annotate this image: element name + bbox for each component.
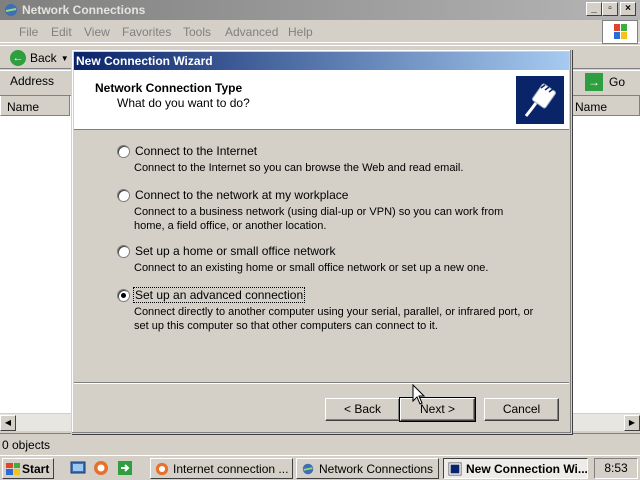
page-subtitle: What do you want to do? <box>117 96 250 110</box>
menu-tools[interactable]: Tools <box>183 25 211 39</box>
address-label: Address <box>10 74 55 88</box>
scroll-right-arrow-icon[interactable]: ▶ <box>624 415 640 431</box>
cancel-button[interactable]: Cancel <box>484 398 559 421</box>
option-label[interactable]: Set up a home or small office network <box>134 244 337 258</box>
window-titlebar[interactable]: Network Connections _ ▫ × <box>0 0 640 20</box>
option-description: Connect to an existing home or small off… <box>134 262 489 274</box>
system-tray-clock[interactable]: 8:53 <box>594 458 638 479</box>
taskbar-item-internet-connection[interactable]: Internet connection ... <box>150 458 293 479</box>
mouse-pointer-icon <box>412 384 426 405</box>
option-description: Connect to a business network (using dia… <box>134 206 504 232</box>
network-connections-icon <box>302 463 314 474</box>
status-text: 0 objects <box>2 438 51 452</box>
network-cable-icon <box>516 76 564 124</box>
radio-connect-internet[interactable] <box>117 145 130 158</box>
back-wizard-button[interactable]: < Back <box>325 398 400 421</box>
task-label: New Connection Wi... <box>466 461 588 476</box>
taskbar-item-network-connections[interactable]: Network Connections <box>296 458 439 479</box>
network-connections-icon <box>5 4 17 16</box>
option-description: Connect directly to another computer usi… <box>134 306 534 332</box>
show-desktop-icon[interactable] <box>70 460 86 476</box>
minimize-button[interactable]: _ <box>586 2 602 16</box>
window-title: Network Connections <box>22 3 146 17</box>
new-connection-wizard-dialog: New Connection Wizard Network Connection… <box>71 49 572 434</box>
option-label[interactable]: Connect to the network at my workplace <box>134 188 349 202</box>
back-arrow-icon: ← <box>10 50 26 66</box>
close-button[interactable]: × <box>620 2 636 16</box>
browser-icon[interactable] <box>93 460 109 476</box>
page-title: Network Connection Type <box>95 81 243 95</box>
radio-connect-workplace[interactable] <box>117 189 130 202</box>
chevron-down-icon[interactable]: ▼ <box>61 54 69 63</box>
browser-icon <box>155 462 169 475</box>
start-button[interactable]: Start <box>2 458 54 479</box>
go-button[interactable]: → Go <box>585 72 625 92</box>
column-header-name-right[interactable]: Name <box>568 96 640 116</box>
maximize-button[interactable]: ▫ <box>602 2 618 16</box>
option-description: Connect to the Internet so you can brows… <box>134 162 464 174</box>
menu-help[interactable]: Help <box>288 25 313 39</box>
menu-view[interactable]: View <box>84 25 110 39</box>
option-label[interactable]: Connect to the Internet <box>134 144 258 158</box>
button-divider <box>74 382 569 384</box>
menu-bar: File Edit View Favorites Tools Advanced … <box>0 21 640 43</box>
task-label: Internet connection ... <box>173 461 289 476</box>
wizard-title: New Connection Wizard <box>76 54 213 68</box>
back-button[interactable]: ← Back ▼ <box>10 48 69 68</box>
column-header-name[interactable]: Name <box>0 96 70 116</box>
radio-home-network[interactable] <box>117 245 130 258</box>
back-label: Back <box>30 51 57 65</box>
radio-advanced-connection[interactable] <box>117 289 130 302</box>
go-arrow-icon: → <box>585 73 603 91</box>
wizard-header: Network Connection Type What do you want… <box>74 70 569 130</box>
start-label: Start <box>22 461 50 476</box>
option-label[interactable]: Set up an advanced connection <box>132 287 306 303</box>
wizard-icon <box>448 461 462 476</box>
menu-favorites[interactable]: Favorites <box>122 25 171 39</box>
status-bar: 0 objects <box>0 433 640 453</box>
launch-arrow-icon[interactable] <box>117 460 133 476</box>
task-label: Network Connections <box>319 461 434 476</box>
menu-advanced[interactable]: Advanced <box>225 25 278 39</box>
windows-flag-icon <box>6 462 20 475</box>
go-label: Go <box>609 75 626 89</box>
taskbar-item-new-connection-wizard[interactable]: New Connection Wi... <box>443 458 588 479</box>
menu-edit[interactable]: Edit <box>51 25 72 39</box>
scroll-left-arrow-icon[interactable]: ◀ <box>0 415 16 431</box>
taskbar: Start Internet connection ... Network Co… <box>0 455 640 480</box>
wizard-titlebar[interactable]: New Connection Wizard <box>74 52 569 70</box>
menu-file[interactable]: File <box>19 25 38 39</box>
windows-logo-icon <box>602 20 638 44</box>
